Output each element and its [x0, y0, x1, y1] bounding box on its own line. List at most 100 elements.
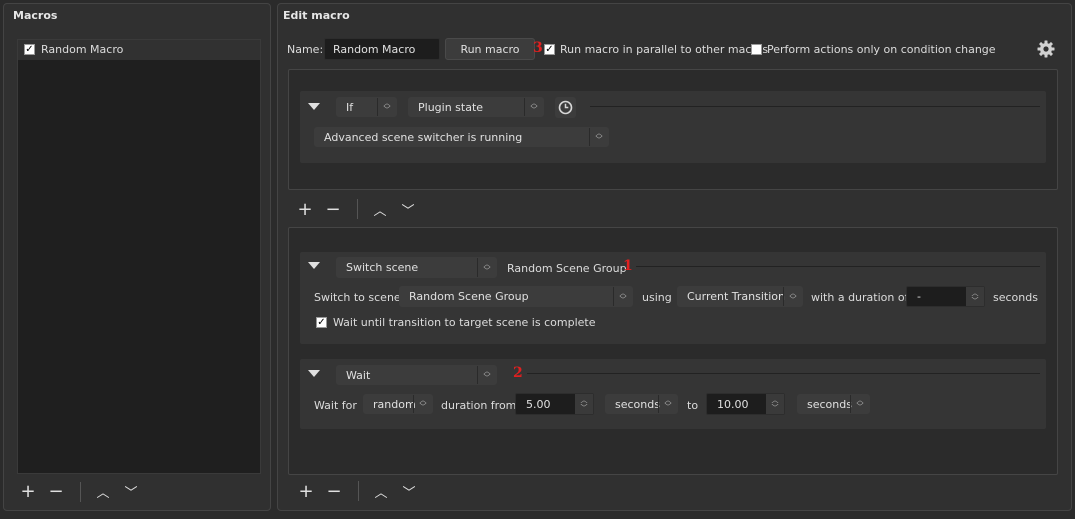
wait-transition-checkbox[interactable]: ✓	[316, 317, 327, 328]
action-switch-scene: Switch scene ︿ ﹀ Random Scene Group 1 Swi…	[300, 252, 1046, 344]
name-label: Name:	[287, 43, 324, 56]
move-condition-up-button[interactable]: ︿	[370, 199, 390, 219]
updown-arrows-icon: ︿ ﹀	[477, 258, 496, 277]
macro-list-item-label: Random Macro	[41, 43, 124, 56]
transition-duration-input[interactable]: - ︿ ﹀	[906, 286, 985, 307]
macro-list[interactable]: ✓ Random Macro	[17, 39, 261, 474]
macro-list-item[interactable]: ✓ Random Macro	[18, 40, 260, 60]
minus-icon: −	[326, 480, 342, 502]
collapse-triangle-icon[interactable]	[308, 262, 320, 269]
updown-arrows-icon: ︿ ﹀	[613, 287, 632, 306]
move-action-down-button[interactable]: ﹀	[399, 481, 419, 501]
toolbar-separator	[357, 199, 358, 219]
annotation-2: 2	[513, 365, 523, 381]
updown-arrows-icon: ︿ ﹀	[783, 287, 802, 306]
to-label: to	[687, 399, 699, 412]
toolbar-separator	[80, 482, 81, 502]
conditions-area: If ︿ ﹀ Plugin state ︿ ﹀ Advanced scene swi…	[288, 69, 1058, 190]
duration-from-input[interactable]: 5.00 ︿ ﹀	[515, 393, 594, 415]
macro-enabled-checkbox[interactable]: ✓	[24, 44, 35, 55]
annotation-1: 1	[623, 258, 633, 274]
duration-from-value: 5.00	[526, 397, 551, 411]
seconds-label: seconds	[993, 291, 1038, 304]
chevron-up-icon: ︿	[374, 485, 388, 501]
chevron-up-icon: ︿	[373, 203, 387, 219]
action-type-select[interactable]: Wait ︿ ﹀	[336, 365, 497, 385]
to-unit-select[interactable]: seconds ︿ ﹀	[797, 394, 870, 414]
action-type-select[interactable]: Switch scene ︿ ﹀	[336, 257, 497, 278]
collapse-triangle-icon[interactable]	[308, 370, 320, 377]
spin-arrows-icon[interactable]: ︿ ﹀	[766, 394, 784, 414]
updown-arrows-icon: ︿ ﹀	[477, 366, 496, 384]
from-unit-value: seconds	[615, 397, 660, 411]
transition-duration-value: -	[917, 290, 921, 303]
updown-arrows-icon: ︿ ﹀	[377, 98, 396, 116]
chevron-down-icon: ﹀	[124, 485, 138, 501]
add-condition-button[interactable]: +	[295, 198, 315, 220]
remove-action-button[interactable]: −	[324, 480, 344, 502]
spin-arrows-icon[interactable]: ︿ ﹀	[575, 394, 593, 414]
plugin-state-select[interactable]: Advanced scene switcher is running ︿ ﹀	[314, 127, 609, 147]
remove-condition-button[interactable]: −	[323, 198, 343, 220]
header-divider	[527, 373, 1040, 374]
add-macro-button[interactable]: +	[18, 480, 38, 502]
macros-panel: Macros ✓ Random Macro + − ︿ ﹀	[3, 3, 271, 511]
chevron-down-icon: ﹀	[401, 203, 415, 219]
updown-arrows-icon: ︿ ﹀	[589, 128, 608, 146]
from-unit-select[interactable]: seconds ︿ ﹀	[605, 394, 678, 414]
condition-logic-select[interactable]: If ︿ ﹀	[336, 97, 397, 117]
plugin-state-value: Advanced scene switcher is running	[324, 130, 523, 144]
macro-name-input[interactable]: Random Macro	[324, 38, 440, 60]
updown-arrows-icon: ︿ ﹀	[850, 395, 869, 413]
wait-for-label: Wait for	[314, 399, 357, 412]
wait-mode-value: random	[373, 397, 416, 411]
chevron-down-icon: ﹀	[402, 485, 416, 501]
plus-icon: +	[298, 480, 314, 502]
duration-to-input[interactable]: 10.00 ︿ ﹀	[706, 393, 785, 415]
duration-from-label: duration from	[441, 399, 517, 412]
run-parallel-checkbox[interactable]: ✓	[544, 44, 555, 55]
settings-gear-icon[interactable]	[1037, 40, 1055, 58]
move-macro-down-button[interactable]: ﹀	[121, 481, 141, 501]
using-label: using	[642, 291, 672, 304]
duration-label: with a duration of	[811, 291, 909, 304]
clock-icon[interactable]	[555, 97, 576, 118]
header-divider	[590, 106, 1040, 107]
macros-title: Macros	[13, 9, 58, 22]
condition-type-select[interactable]: Plugin state ︿ ﹀	[408, 97, 544, 117]
collapse-triangle-icon[interactable]	[308, 103, 320, 110]
wait-mode-select[interactable]: random ︿ ﹀	[363, 394, 433, 414]
plus-icon: +	[297, 198, 313, 220]
spin-arrows-icon[interactable]: ︿ ﹀	[966, 287, 984, 306]
wait-transition-label: Wait until transition to target scene is…	[333, 316, 596, 329]
minus-icon: −	[325, 198, 341, 220]
scene-select[interactable]: Random Scene Group ︿ ﹀	[399, 286, 633, 307]
condition-item: If ︿ ﹀ Plugin state ︿ ﹀ Advanced scene swi…	[300, 91, 1046, 163]
transition-select[interactable]: Current Transition ︿ ﹀	[677, 286, 803, 307]
duration-to-value: 10.00	[717, 397, 749, 411]
actions-area: Switch scene ︿ ﹀ Random Scene Group 1 Swi…	[288, 227, 1058, 475]
add-action-button[interactable]: +	[296, 480, 316, 502]
transition-value: Current Transition	[687, 290, 786, 303]
move-condition-down-button[interactable]: ﹀	[398, 199, 418, 219]
move-action-up-button[interactable]: ︿	[371, 481, 391, 501]
updown-arrows-icon: ︿ ﹀	[413, 395, 432, 413]
toolbar-separator	[358, 481, 359, 501]
edit-macro-title: Edit macro	[283, 9, 350, 22]
action-summary: Random Scene Group	[507, 262, 627, 275]
edit-macro-panel: Edit macro Name: Random Macro Run macro …	[277, 3, 1072, 511]
run-macro-button[interactable]: Run macro	[445, 38, 535, 60]
action-type-value: Wait	[346, 368, 371, 382]
action-type-value: Switch scene	[346, 261, 419, 274]
to-unit-value: seconds	[807, 397, 852, 411]
perform-on-change-checkbox[interactable]	[751, 44, 762, 55]
run-parallel-label: Run macro in parallel to other macros	[560, 43, 769, 56]
updown-arrows-icon: ︿ ﹀	[524, 98, 543, 116]
perform-on-change-label: Perform actions only on condition change	[767, 43, 996, 56]
move-macro-up-button[interactable]: ︿	[93, 481, 113, 501]
updown-arrows-icon: ︿ ﹀	[658, 395, 677, 413]
annotation-3: 3	[533, 40, 543, 56]
remove-macro-button[interactable]: −	[46, 481, 66, 502]
switch-to-scene-label: Switch to scene	[314, 291, 401, 304]
plus-icon: +	[20, 480, 36, 502]
